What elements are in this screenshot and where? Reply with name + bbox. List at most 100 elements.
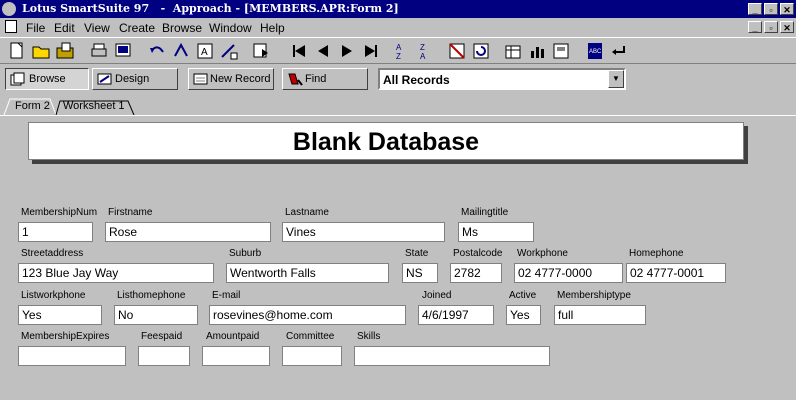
report-icon[interactable] (550, 40, 572, 62)
svg-text:Z: Z (396, 52, 401, 61)
field-active[interactable]: Yes (506, 305, 541, 325)
window-title: Lotus SmartSuite 97 - Approach - [MEMBER… (22, 2, 399, 15)
label-state: State (405, 248, 429, 259)
label-lastname: Lastname (285, 207, 329, 218)
undo-icon[interactable] (146, 40, 168, 62)
field-mailingtitle[interactable]: Ms (458, 222, 534, 242)
new-record-button[interactable]: New Record (188, 68, 274, 90)
redo-icon[interactable] (170, 40, 192, 62)
svg-text:A: A (396, 43, 402, 52)
menu-bar: File Edit View Create Browse Window Help… (0, 18, 796, 37)
doc-minimize-button[interactable]: _ (748, 21, 762, 33)
refresh-icon[interactable] (470, 40, 492, 62)
field-listhomephone[interactable]: No (114, 305, 198, 325)
menu-file[interactable]: File (26, 21, 45, 35)
browse-button[interactable]: Browse (5, 68, 89, 90)
new-record-label: New Record (210, 73, 271, 85)
label-postalcode: Postalcode (453, 248, 503, 259)
field-membershipnum[interactable]: 1 (18, 222, 93, 242)
find-button[interactable]: Find (282, 68, 368, 90)
field-joined[interactable]: 4/6/1997 (418, 305, 494, 325)
view-tabs: Form 2 Worksheet 1 (0, 96, 796, 116)
delete-icon[interactable] (446, 40, 468, 62)
label-committee: Committee (286, 331, 335, 342)
label-homephone: Homephone (629, 248, 684, 259)
label-email: E-mail (212, 290, 241, 301)
field-suburb[interactable]: Wentworth Falls (226, 263, 389, 283)
restore-button[interactable]: ▫ (764, 3, 778, 15)
chevron-down-icon[interactable]: ▼ (608, 70, 624, 88)
app-icon[interactable] (2, 2, 16, 16)
chart-icon[interactable] (526, 40, 548, 62)
enter-icon[interactable] (608, 40, 630, 62)
design-button[interactable]: Design (92, 68, 178, 90)
field-committee[interactable] (282, 346, 342, 366)
field-email[interactable]: rosevines@home.com (209, 305, 406, 325)
label-streetaddress: Streetaddress (21, 248, 84, 259)
label-membershiptype: Membershiptype (557, 290, 631, 301)
field-skills[interactable] (354, 346, 550, 366)
first-record-icon[interactable] (288, 40, 310, 62)
tab-worksheet-1[interactable]: Worksheet 1 (63, 100, 125, 112)
label-suburb: Suburb (229, 248, 262, 259)
menu-help[interactable]: Help (260, 21, 285, 35)
field-state[interactable]: NS (402, 263, 438, 283)
field-amountpaid[interactable] (202, 346, 270, 366)
menu-create[interactable]: Create (119, 21, 155, 35)
open-file-icon[interactable] (54, 40, 76, 62)
field-postalcode[interactable]: 2782 (450, 263, 502, 283)
next-record-icon[interactable] (336, 40, 358, 62)
field-membershipexpires[interactable] (18, 346, 126, 366)
menu-window[interactable]: Window (209, 21, 252, 35)
field-firstname[interactable]: Rose (105, 222, 271, 242)
field-workphone[interactable]: 02 4777-0000 (514, 263, 623, 283)
label-feespaid: Feespaid (141, 331, 183, 342)
open-folder-icon[interactable] (30, 40, 52, 62)
new-record-icon (193, 72, 209, 86)
label-active: Active (509, 290, 537, 301)
spell-check-icon[interactable]: ABC (584, 40, 606, 62)
new-file-icon[interactable] (6, 40, 28, 62)
svg-text:ABC: ABC (589, 49, 602, 55)
svg-text:Z: Z (420, 43, 425, 52)
sort-desc-icon[interactable]: ZA (414, 40, 436, 62)
label-firstname: Firstname (108, 207, 153, 218)
menu-view[interactable]: View (84, 21, 110, 35)
field-listworkphone[interactable]: Yes (18, 305, 102, 325)
form-title: Blank Database (292, 128, 480, 156)
field-streetaddress[interactable]: 123 Blue Jay Way (18, 263, 214, 283)
title-bar: Lotus SmartSuite 97 - Approach - [MEMBER… (0, 0, 796, 18)
document-icon[interactable] (5, 20, 17, 33)
browse-copy-icon[interactable] (250, 40, 272, 62)
browse-label: Browse (29, 73, 66, 85)
sort-asc-icon[interactable]: AZ (390, 40, 412, 62)
menu-browse[interactable]: Browse (162, 21, 202, 35)
print-preview-icon[interactable] (112, 40, 134, 62)
print-icon[interactable] (88, 40, 110, 62)
field-homephone[interactable]: 02 4777-0001 (626, 263, 726, 283)
field-lastname[interactable]: Vines (282, 222, 445, 242)
design-icon (97, 72, 113, 86)
menu-edit[interactable]: Edit (54, 21, 75, 35)
label-listworkphone: Listworkphone (21, 290, 86, 301)
label-joined: Joined (422, 290, 452, 301)
tab-form-2[interactable]: Form 2 (15, 100, 50, 112)
label-workphone: Workphone (517, 248, 568, 259)
design-label: Design (115, 73, 150, 85)
find-icon[interactable]: A (194, 40, 216, 62)
field-membershiptype[interactable]: full (554, 305, 646, 325)
records-select-value: All Records (383, 73, 450, 87)
field-feespaid[interactable] (138, 346, 190, 366)
records-select[interactable]: All Records ▼ (378, 68, 626, 90)
doc-close-button[interactable]: ✕ (780, 21, 794, 33)
minimize-button[interactable]: _ (748, 3, 762, 15)
prev-record-icon[interactable] (312, 40, 334, 62)
find-label: Find (305, 73, 327, 85)
doc-restore-button[interactable]: ▫ (764, 21, 778, 33)
close-button[interactable]: ✕ (780, 3, 794, 15)
form-header: Blank Database (28, 122, 744, 160)
replace-icon[interactable] (218, 40, 240, 62)
table-icon[interactable] (502, 40, 524, 62)
label-mailingtitle: Mailingtitle (461, 207, 509, 218)
last-record-icon[interactable] (360, 40, 382, 62)
